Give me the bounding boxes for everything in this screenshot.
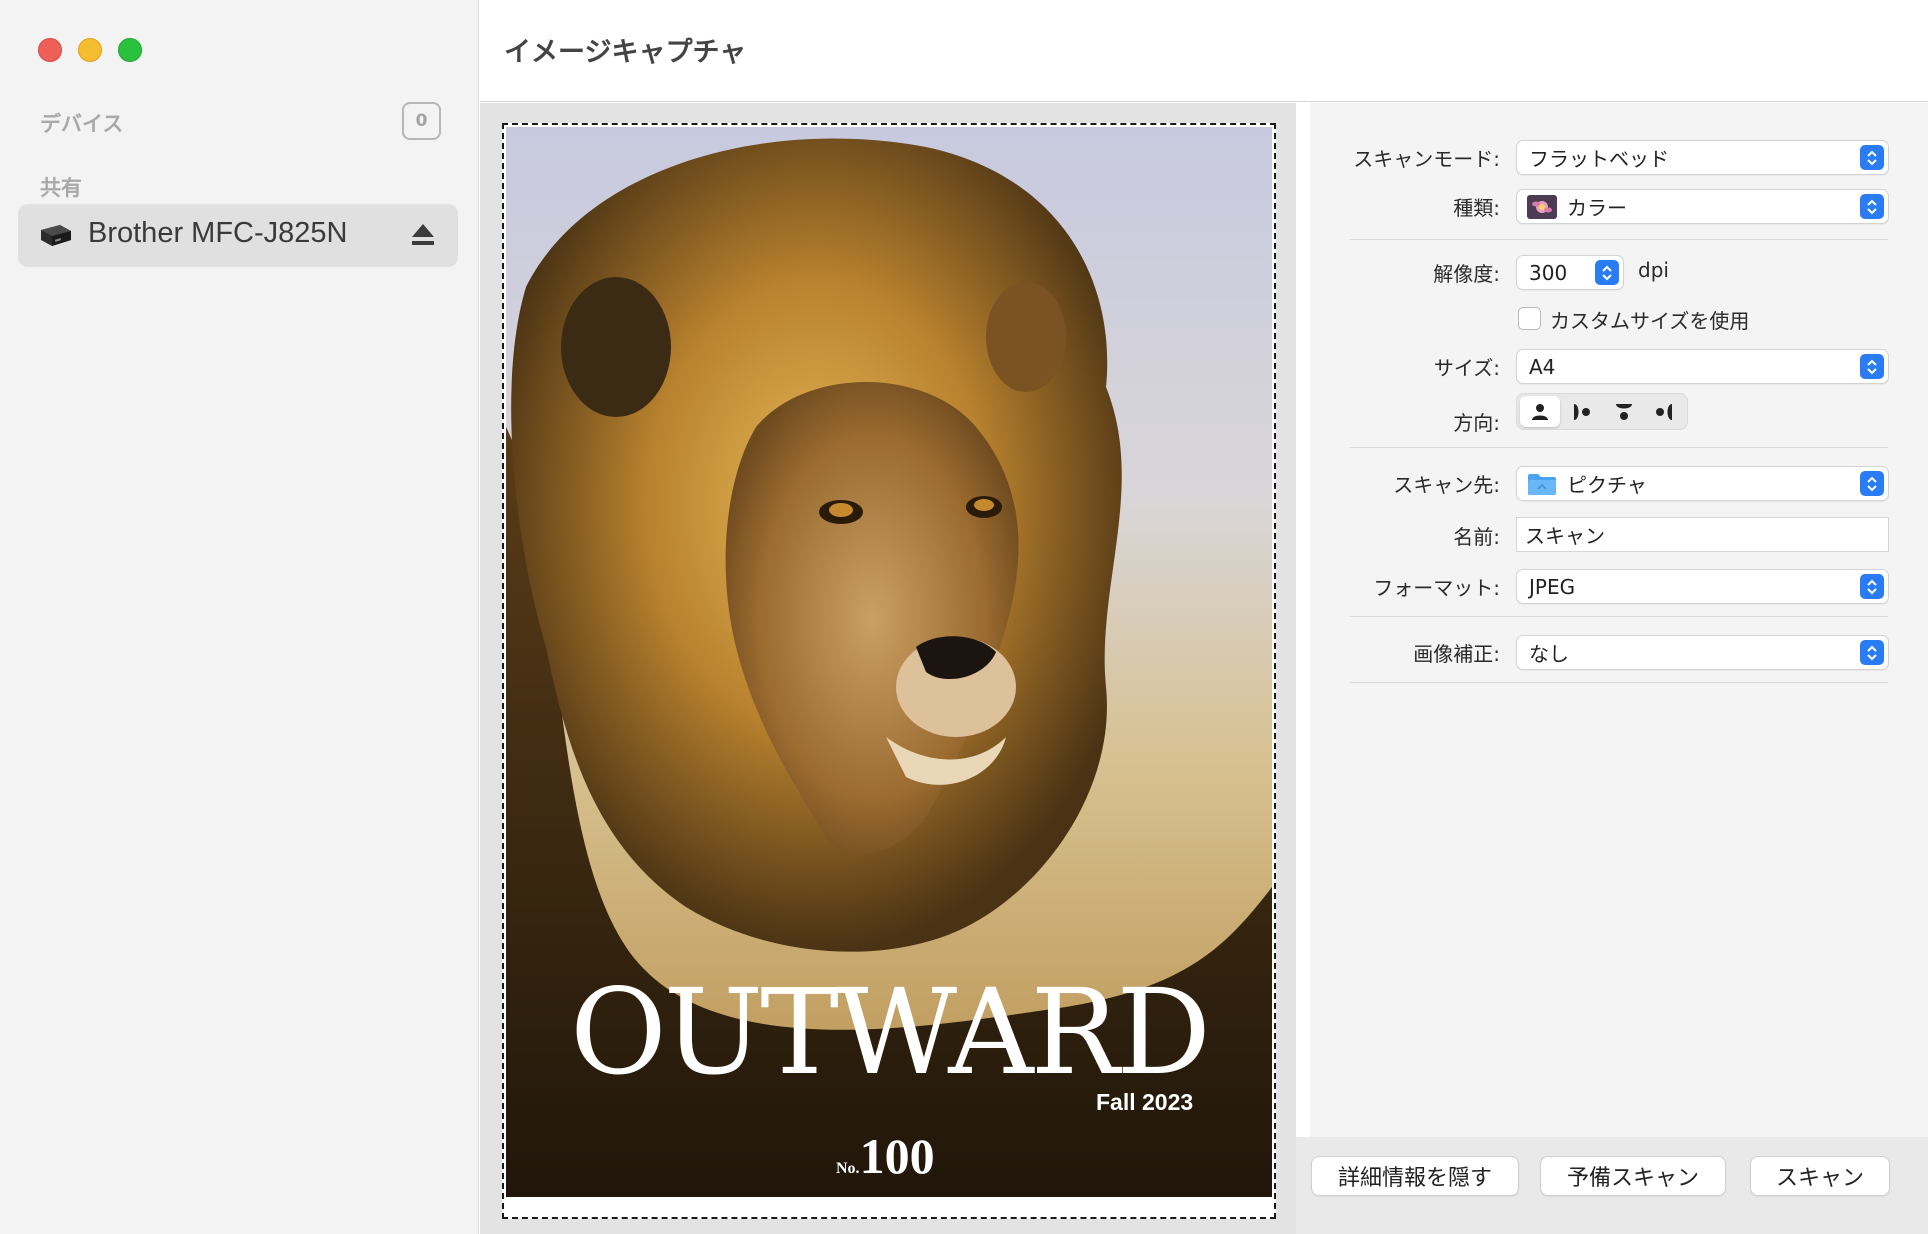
size-value: A4 [1529,354,1556,379]
device-name: Brother MFC-J825N [88,217,348,249]
divider [1350,447,1888,448]
color-photo-icon [1527,194,1557,219]
name-label: 名前: [1453,525,1500,549]
magazine-title: OUTWARD [570,963,1211,1101]
orientation-segmented-control [1517,394,1687,429]
chevron-updown-icon [1860,194,1884,219]
destination-label: スキャン先: [1393,473,1500,497]
scan-mode-popup[interactable]: フラットベッド [1517,141,1888,174]
magazine-season: Fall 2023 [1096,1089,1194,1115]
scan-settings-panel: スキャンモード: フラットベッド 種類: カラー 解像度: 300 dpi カス… [1310,103,1928,1137]
chevron-updown-icon [1860,145,1884,170]
size-popup[interactable]: A4 [1517,350,1888,383]
shared-section-label: 共有 [40,176,82,200]
destination-value: ピクチャ [1567,473,1647,497]
scan-mode-value: フラットベッド [1529,147,1669,171]
printer-icon [41,225,71,246]
minimize-window-button[interactable] [78,38,102,62]
magazine-cover-image: OUTWARD Fall 2023 No.100 [506,127,1272,1197]
footer-bar: 詳細情報を隠す 予備スキャン スキャン [1296,1137,1928,1234]
destination-popup[interactable]: ピクチャ [1517,467,1888,500]
chevron-updown-icon [1860,354,1884,379]
kind-popup[interactable]: カラー [1517,190,1888,223]
sidebar-item-brother-printer[interactable]: Brother MFC-J825N [18,204,458,267]
window-title: イメージキャプチャ [504,37,747,68]
title-bar: イメージキャプチャ [480,0,1928,102]
resolution-value: 300 [1529,260,1568,285]
sidebar: デバイス 0 共有 Brother MFC-J825N [0,0,479,1234]
eject-icon[interactable] [410,221,436,249]
chevron-updown-icon [1860,640,1884,665]
correction-label: 画像補正: [1413,642,1500,666]
scan-selection-frame[interactable]: OUTWARD Fall 2023 No.100 [502,123,1276,1219]
kind-label: 種類: [1453,196,1500,220]
upside-down-icon[interactable] [1604,396,1644,427]
devices-section-label: デバイス [40,112,124,136]
issue-number: 100 [859,1128,935,1184]
folder-icon [1528,473,1556,495]
chevron-updown-icon [1860,471,1884,496]
zoom-window-button[interactable] [118,38,142,62]
format-label: フォーマット: [1373,576,1500,600]
resolution-popup[interactable]: 300 [1517,256,1623,289]
magazine-issue: No.100 [836,1127,935,1185]
resolution-unit: dpi [1638,258,1669,282]
format-popup[interactable]: JPEG [1517,570,1888,603]
chevron-updown-icon [1860,574,1884,599]
orientation-label: 方向: [1453,411,1500,435]
correction-popup[interactable]: なし [1517,636,1888,669]
scan-preview-area[interactable]: OUTWARD Fall 2023 No.100 [480,103,1296,1234]
scan-mode-label: スキャンモード: [1353,147,1500,171]
correction-value: なし [1529,642,1569,666]
hide-details-button[interactable]: 詳細情報を隠す [1312,1157,1518,1195]
close-window-button[interactable] [38,38,62,62]
size-label: サイズ: [1433,356,1500,380]
rotate-left-icon[interactable] [1644,396,1684,427]
portrait-icon[interactable] [1520,396,1560,427]
rotate-right-icon[interactable] [1562,396,1602,427]
devices-count-badge: 0 [402,102,441,140]
chevron-updown-icon [1595,260,1619,285]
issue-prefix: No. [836,1160,860,1177]
scan-button[interactable]: スキャン [1751,1157,1889,1195]
name-field[interactable]: スキャン [1517,518,1888,551]
custom-size-label[interactable]: カスタムサイズを使用 [1550,305,1749,334]
overview-scan-button[interactable]: 予備スキャン [1541,1157,1725,1195]
divider [1350,239,1888,240]
custom-size-checkbox[interactable] [1518,307,1541,330]
resolution-label: 解像度: [1433,262,1500,286]
divider [1350,682,1888,683]
format-value: JPEG [1529,574,1576,599]
kind-value: カラー [1567,196,1627,220]
divider [1350,616,1888,617]
